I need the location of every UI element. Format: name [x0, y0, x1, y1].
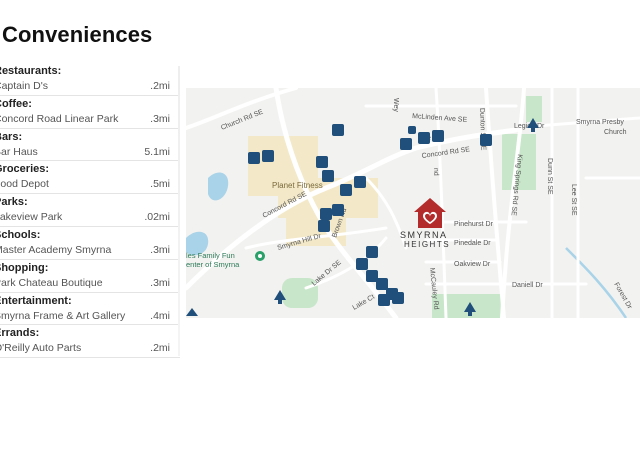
- coffee-icon[interactable]: [316, 156, 328, 168]
- restaurant-icon[interactable]: [322, 170, 334, 182]
- street-label: Pinedale Dr: [454, 240, 491, 247]
- list-item[interactable]: Bars: Bar Haus 5.1mi: [0, 129, 180, 162]
- distance: .4mi: [150, 309, 170, 322]
- neighborhood-label: SMYRNA: [400, 230, 448, 240]
- park-area: [526, 96, 542, 122]
- shopping-icon[interactable]: [378, 294, 390, 306]
- place-name: Captain D's: [0, 80, 48, 92]
- place-name: Smyrna Frame & Art Gallery: [0, 309, 126, 322]
- wifi-icon[interactable]: [354, 176, 366, 188]
- place-name: Lakeview Park: [0, 211, 63, 224]
- list-item[interactable]: Restaurants: Captain D's .2mi: [0, 63, 180, 96]
- map-canvas: Church Rd SE Concord Rd SE Concord Rd SE…: [186, 88, 640, 318]
- street-label: Oakview Dr: [454, 261, 491, 268]
- category-label: Entertainment:: [0, 294, 72, 307]
- school-icon[interactable]: [408, 126, 416, 134]
- shopping-icon[interactable]: [262, 150, 274, 162]
- street-label: nd: [432, 168, 439, 176]
- restaurant-icon[interactable]: [432, 130, 444, 142]
- restaurant-icon[interactable]: [356, 258, 368, 270]
- category-label: Groceries:: [0, 163, 50, 176]
- list-item[interactable]: Coffee: Concord Road Linear Park .3mi: [0, 96, 180, 129]
- repair-icon[interactable]: [400, 138, 412, 150]
- place-name: O'Reilly Auto Parts: [0, 342, 82, 355]
- distance: .02mi: [144, 211, 170, 224]
- list-item[interactable]: Errands: O'Reilly Auto Parts .2mi: [0, 325, 180, 359]
- distance: .3mi: [150, 243, 170, 256]
- place-label: enter of Smyrna: [186, 260, 240, 269]
- street-label: Smyrna Presby: [576, 119, 624, 126]
- park-area: [432, 294, 502, 318]
- page-title: Conveniences: [2, 22, 153, 47]
- shopping-icon[interactable]: [480, 134, 492, 146]
- list-item[interactable]: Schools: Master Academy Smyrna .3mi: [0, 227, 180, 260]
- street-label: Lee St SE: [570, 184, 577, 216]
- coffee-icon[interactable]: [418, 132, 430, 144]
- street-label: Pinehurst Dr: [454, 221, 494, 228]
- restaurant-icon[interactable]: [332, 204, 344, 216]
- neighborhood-label: HEIGHTS: [404, 240, 450, 249]
- place-name: Concord Road Linear Park: [0, 112, 119, 125]
- street-label: Forest Dr: [612, 282, 633, 311]
- list-item[interactable]: Parks: Lakeview Park .02mi: [0, 194, 180, 227]
- place-name: Bar Haus: [0, 145, 38, 158]
- school-icon[interactable]: [186, 308, 198, 316]
- category-label: Shopping:: [0, 261, 49, 274]
- distance: .2mi: [150, 80, 170, 92]
- shopping-icon[interactable]: [332, 124, 344, 136]
- street-label: Lake Ct: [352, 294, 376, 312]
- shopping-icon[interactable]: [248, 152, 260, 164]
- list-item[interactable]: Shopping: Park Chateau Boutique .3mi: [0, 260, 180, 293]
- street-label: Daniell Dr: [512, 282, 543, 289]
- list-scroll-edge: [178, 66, 180, 356]
- street-label: Church: [604, 129, 627, 136]
- place-name: Master Academy Smyrna: [0, 243, 112, 256]
- category-label: Schools:: [0, 228, 41, 241]
- street-label: Wey: [392, 98, 399, 112]
- restaurant-icon[interactable]: [320, 208, 332, 220]
- street-label: McCauley Rd: [428, 267, 439, 310]
- conveniences-list: Restaurants: Captain D's .2mi Coffee: Co…: [0, 63, 180, 359]
- category-label: Errands:: [0, 327, 40, 340]
- street-label: McLinden Ave SE: [412, 113, 468, 124]
- lake: [208, 172, 229, 201]
- category-label: Coffee:: [0, 97, 32, 110]
- distance: .3mi: [150, 112, 170, 125]
- place-label: Planet Fitness: [272, 181, 323, 190]
- restaurant-icon[interactable]: [318, 220, 330, 232]
- category-label: Restaurants:: [0, 65, 62, 77]
- gym-icon[interactable]: [340, 184, 352, 196]
- category-label: Parks:: [0, 196, 28, 209]
- neighborhood-map[interactable]: Church Rd SE Concord Rd SE Concord Rd SE…: [186, 88, 640, 318]
- distance: .5mi: [150, 178, 170, 191]
- restaurant-icon[interactable]: [366, 246, 378, 258]
- school-icon[interactable]: [392, 292, 404, 304]
- distance: .2mi: [150, 342, 170, 355]
- place-label: les Family Fun: [186, 251, 235, 260]
- street-label: Concord Rd SE: [421, 146, 470, 160]
- list-item[interactable]: Groceries: Food Depot .5mi: [0, 161, 180, 195]
- place-name: Park Chateau Boutique: [0, 276, 103, 289]
- place-name: Food Depot: [0, 178, 49, 191]
- street-label: Dunn St SE: [546, 158, 553, 195]
- distance: 5.1mi: [144, 145, 170, 158]
- list-item[interactable]: Entertainment: Smyrna Frame & Art Galler…: [0, 293, 180, 326]
- shopping-icon[interactable]: [376, 278, 388, 290]
- category-label: Bars:: [0, 130, 23, 143]
- distance: .3mi: [150, 276, 170, 289]
